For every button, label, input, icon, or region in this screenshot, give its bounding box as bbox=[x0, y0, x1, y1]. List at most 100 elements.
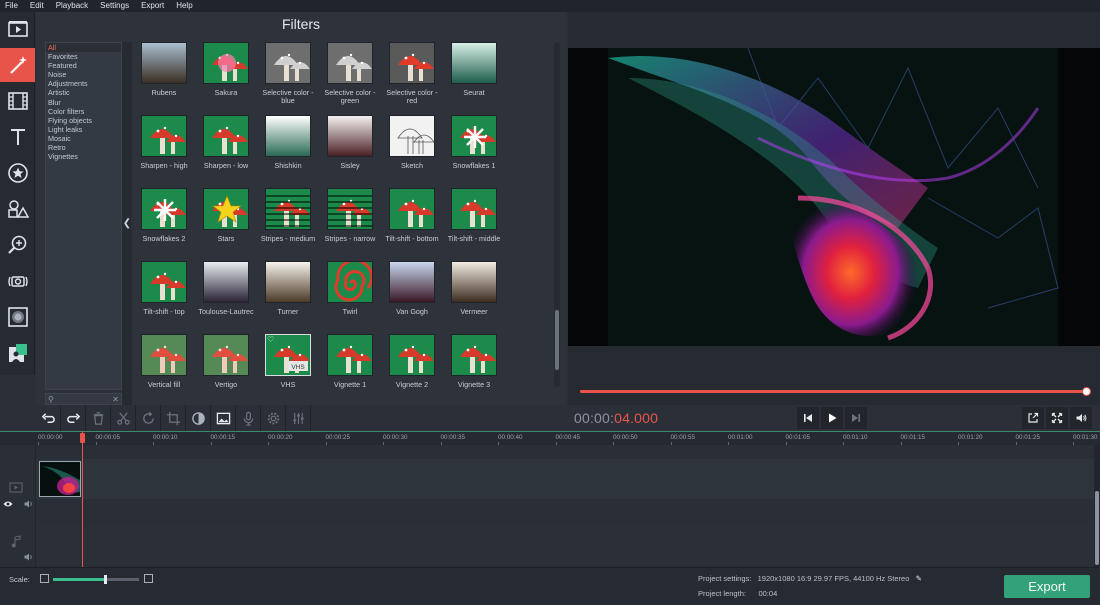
eye-icon[interactable] bbox=[3, 500, 13, 508]
zoom-pan-button[interactable] bbox=[0, 228, 35, 262]
filter-tile[interactable]: VHS ♡ VHS bbox=[258, 334, 318, 389]
mosaic-button[interactable] bbox=[0, 300, 35, 334]
filter-tile[interactable]: Seurat bbox=[444, 42, 504, 97]
delete-button[interactable] bbox=[86, 405, 111, 431]
clip-properties-button[interactable] bbox=[211, 405, 236, 431]
filter-category-item[interactable]: Flying objects bbox=[46, 116, 121, 125]
category-search-input[interactable]: ⚲ ✕ bbox=[45, 393, 122, 405]
scale-slider[interactable] bbox=[53, 575, 139, 584]
filter-tile[interactable]: Tilt-shift - bottom bbox=[382, 188, 442, 243]
playhead-line[interactable] bbox=[82, 431, 83, 567]
filter-tile[interactable]: Sakura bbox=[196, 42, 256, 97]
edit-pencil-icon[interactable]: ✎ bbox=[916, 574, 922, 583]
settings-button[interactable] bbox=[261, 405, 286, 431]
menu-export[interactable]: Export bbox=[135, 0, 170, 12]
filter-tile[interactable]: Tilt-shift - middle bbox=[444, 188, 504, 243]
zoom-out-icon[interactable] bbox=[40, 574, 49, 583]
filter-category-item[interactable]: Artistic bbox=[46, 88, 121, 97]
filters-button[interactable] bbox=[0, 48, 35, 82]
previous-frame-button[interactable] bbox=[797, 407, 819, 429]
filter-category-item[interactable]: Light leaks bbox=[46, 125, 121, 134]
filter-tile[interactable]: Selective color - red bbox=[382, 42, 442, 105]
filter-tile[interactable]: Sketch bbox=[382, 115, 442, 170]
filter-tile[interactable]: Sharpen - high bbox=[134, 115, 194, 170]
menu-playback[interactable]: Playback bbox=[50, 0, 94, 12]
filter-tile[interactable]: Twirl bbox=[320, 261, 380, 316]
volume-button[interactable] bbox=[1070, 407, 1092, 429]
undo-button[interactable] bbox=[36, 405, 61, 431]
menu-settings[interactable]: Settings bbox=[94, 0, 135, 12]
filter-tile[interactable]: Selective color - green bbox=[320, 42, 380, 105]
fullscreen-button[interactable] bbox=[1046, 407, 1068, 429]
menu-file[interactable]: File bbox=[0, 0, 24, 12]
clear-search-icon[interactable]: ✕ bbox=[112, 395, 119, 404]
filter-category-item[interactable]: Adjustments bbox=[46, 79, 121, 88]
filter-tile[interactable]: Vertigo bbox=[196, 334, 256, 389]
filter-tile[interactable]: Tilt-shift - top bbox=[134, 261, 194, 316]
record-audio-button[interactable] bbox=[236, 405, 261, 431]
filter-category-item[interactable]: Retro bbox=[46, 143, 121, 152]
menu-help[interactable]: Help bbox=[170, 0, 198, 12]
filter-category-item[interactable]: Favorites bbox=[46, 52, 121, 61]
video-clip[interactable] bbox=[39, 461, 81, 497]
favorite-heart-icon[interactable]: ♡ bbox=[267, 335, 274, 344]
filter-tile[interactable]: Shishkin bbox=[258, 115, 318, 170]
menu-edit[interactable]: Edit bbox=[24, 0, 50, 12]
filter-tile[interactable]: Stars bbox=[196, 188, 256, 243]
filter-tile[interactable]: Vignette 2 bbox=[382, 334, 442, 389]
zoom-in-icon[interactable] bbox=[144, 574, 153, 583]
filter-tile[interactable]: Vignette 3 bbox=[444, 334, 504, 389]
filter-tile[interactable]: Vermeer bbox=[444, 261, 504, 316]
stickers-button[interactable] bbox=[0, 156, 35, 190]
filter-category-item[interactable]: Vignettes bbox=[46, 152, 121, 161]
filter-category-item[interactable]: All bbox=[46, 43, 121, 53]
filter-tile[interactable]: Sharpen - low bbox=[196, 115, 256, 170]
progress-knob[interactable] bbox=[1082, 387, 1091, 396]
callouts-button[interactable] bbox=[0, 192, 35, 226]
filter-tile[interactable]: Vertical fill bbox=[134, 334, 194, 389]
playhead-handle[interactable] bbox=[80, 433, 85, 443]
redo-button[interactable] bbox=[61, 405, 86, 431]
preview-screen[interactable] bbox=[568, 48, 1100, 346]
audio-track[interactable] bbox=[0, 525, 1094, 565]
next-frame-button[interactable] bbox=[845, 407, 867, 429]
video-track[interactable] bbox=[0, 459, 1094, 499]
crop-button[interactable] bbox=[161, 405, 186, 431]
scale-slider-knob[interactable] bbox=[103, 575, 107, 584]
playback-progress-bar[interactable] bbox=[580, 387, 1091, 396]
filter-tile[interactable]: Stripes - narrow bbox=[320, 188, 380, 243]
filter-tile[interactable]: Van Gogh bbox=[382, 261, 442, 316]
filter-tile[interactable]: Stripes - medium bbox=[258, 188, 318, 243]
filter-tile[interactable]: Sisley bbox=[320, 115, 380, 170]
video-track-mute-icon[interactable] bbox=[24, 500, 33, 508]
filter-tile[interactable]: Rubens bbox=[134, 42, 194, 97]
filter-tile[interactable]: Selective color - blue bbox=[258, 42, 318, 105]
filter-category-item[interactable]: Featured bbox=[46, 61, 121, 70]
filter-tile[interactable]: Toulouse-Lautrec bbox=[196, 261, 256, 316]
cut-button[interactable] bbox=[111, 405, 136, 431]
export-button[interactable]: Export bbox=[1004, 575, 1090, 598]
timeline-ruler[interactable]: 00:00:00 00:00:05 00:00:10 00:00:15 00:00:20… bbox=[0, 431, 1100, 446]
filter-category-item[interactable]: Blur bbox=[46, 98, 121, 107]
titles-button[interactable] bbox=[0, 120, 35, 154]
filter-category-item[interactable]: Color filters bbox=[46, 107, 121, 116]
scrollbar-thumb[interactable] bbox=[555, 310, 559, 370]
transitions-button[interactable] bbox=[0, 84, 35, 118]
audio-track-mute-icon[interactable] bbox=[24, 553, 33, 561]
equalizer-button[interactable] bbox=[286, 405, 311, 431]
play-button[interactable] bbox=[821, 407, 843, 429]
timeline-scrollbar[interactable] bbox=[1094, 445, 1100, 567]
filter-category-item[interactable]: Mosaic bbox=[46, 134, 121, 143]
filter-grid-scrollbar[interactable] bbox=[554, 42, 560, 387]
filter-tile[interactable]: Snowflakes 1 bbox=[444, 115, 504, 170]
filter-category-item[interactable]: Noise bbox=[46, 70, 121, 79]
color-adjust-button[interactable] bbox=[186, 405, 211, 431]
import-button[interactable] bbox=[0, 12, 35, 46]
detach-preview-button[interactable] bbox=[1022, 407, 1044, 429]
filter-tile[interactable]: Vignette 1 bbox=[320, 334, 380, 389]
collapse-categories-button[interactable]: ❮ bbox=[122, 42, 132, 405]
rotate-button[interactable] bbox=[136, 405, 161, 431]
timeline-scrollbar-thumb[interactable] bbox=[1095, 491, 1099, 565]
filter-tile[interactable]: Turner bbox=[258, 261, 318, 316]
chroma-key-button[interactable] bbox=[0, 336, 35, 370]
